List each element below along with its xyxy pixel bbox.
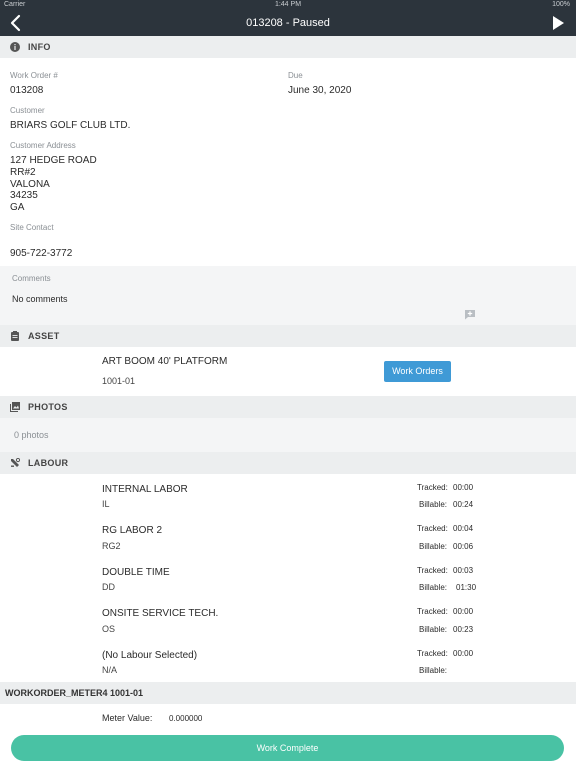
labour-item-code: DD (102, 582, 115, 592)
billable-label: Billable: (419, 500, 448, 509)
site-contact-value[interactable]: 905-722-3772 (10, 248, 72, 259)
comments-label: Comments (12, 274, 51, 283)
site-contact-label: Site Contact (10, 223, 54, 232)
address-line-3: VALONA (10, 179, 50, 190)
info-icon (10, 42, 20, 52)
photos-section-header: PHOTOS (0, 396, 576, 418)
tracked-value: 00:00 (453, 607, 474, 616)
work-order-value: 013208 (10, 85, 44, 96)
labour-item-name: RG LABOR 2 (102, 525, 163, 536)
play-icon[interactable] (550, 15, 566, 31)
labour-item-name: DOUBLE TIME (102, 567, 170, 578)
asset-code: 1001-01 (102, 376, 136, 386)
billable-value: 01:30 (456, 583, 477, 592)
asset-header-label: ASSET (28, 331, 60, 341)
page-title: 013208 - Paused (246, 17, 330, 29)
billable-label: Billable: (419, 625, 448, 634)
meter-section-header: WORKORDER_METER4 1001-01 (0, 682, 576, 704)
asset-section-header: ASSET (0, 325, 576, 347)
meter-header-label: WORKORDER_METER4 1001-01 (5, 688, 144, 698)
comments-value: No comments (12, 294, 68, 304)
labour-section-header: LABOUR (0, 452, 576, 474)
address-line-1: 127 HEDGE ROAD (10, 155, 97, 166)
photos-icon (10, 402, 20, 412)
info-header-label: INFO (28, 42, 51, 52)
address-line-4: 34235 (10, 190, 38, 201)
billable-label: Billable: (419, 542, 448, 551)
due-value: June 30, 2020 (288, 85, 352, 96)
labour-item-code: IL (102, 499, 110, 509)
labour-item-code: OS (102, 624, 116, 634)
billable-label: Billable: (419, 666, 448, 675)
billable-value: 00:24 (453, 500, 474, 509)
tracked-label: Tracked: (417, 566, 448, 575)
billable-label: Billable: (419, 583, 448, 592)
customer-value: BRIARS GOLF CLUB LTD. (10, 120, 131, 131)
clipboard-icon (11, 331, 19, 341)
meter-value[interactable]: 0.000000 (169, 714, 202, 723)
photos-count: 0 photos (14, 430, 49, 440)
tracked-label: Tracked: (417, 607, 448, 616)
asset-name: ART BOOM 40' PLATFORM (102, 356, 228, 367)
labour-item-code: RG2 (102, 541, 121, 551)
tracked-value: 00:04 (453, 524, 474, 533)
tracked-label: Tracked: (417, 524, 448, 533)
labour-item-name: INTERNAL LABOR (102, 484, 188, 495)
comments-box[interactable] (0, 266, 576, 326)
customer-address-label: Customer Address (10, 141, 76, 150)
status-time: 1:44 PM (274, 1, 302, 8)
add-comment-icon[interactable] (464, 309, 476, 320)
tracked-label: Tracked: (417, 483, 448, 492)
battery-label: 100% (552, 1, 570, 8)
labour-item-name: ONSITE SERVICE TECH. (102, 608, 219, 619)
info-section-header: INFO (0, 36, 576, 58)
address-line-5: GA (10, 202, 25, 213)
address-line-2: RR#2 (10, 167, 36, 178)
labour-header-label: LABOUR (28, 458, 69, 468)
tracked-label: Tracked: (417, 649, 448, 658)
photos-area[interactable] (0, 418, 576, 452)
tools-icon (11, 458, 20, 467)
meter-value-label: Meter Value: (102, 713, 153, 723)
tracked-value: 00:00 (453, 649, 474, 658)
due-label: Due (288, 71, 303, 80)
billable-value: 00:23 (453, 625, 474, 634)
work-orders-button[interactable]: Work Orders (384, 361, 451, 382)
tracked-value: 00:00 (453, 483, 474, 492)
work-order-label: Work Order # (10, 71, 58, 80)
work-complete-button[interactable]: Work Complete (11, 735, 564, 761)
customer-label: Customer (10, 106, 45, 115)
labour-item-name: (No Labour Selected) (102, 650, 198, 661)
billable-value: 00:06 (453, 542, 474, 551)
navigation-bar: 013208 - Paused (0, 10, 576, 36)
photos-header-label: PHOTOS (28, 402, 68, 412)
tracked-value: 00:03 (453, 566, 474, 575)
labour-item-code: N/A (102, 665, 118, 675)
status-bar: Carrier 1:44 PM 100% (0, 0, 576, 10)
